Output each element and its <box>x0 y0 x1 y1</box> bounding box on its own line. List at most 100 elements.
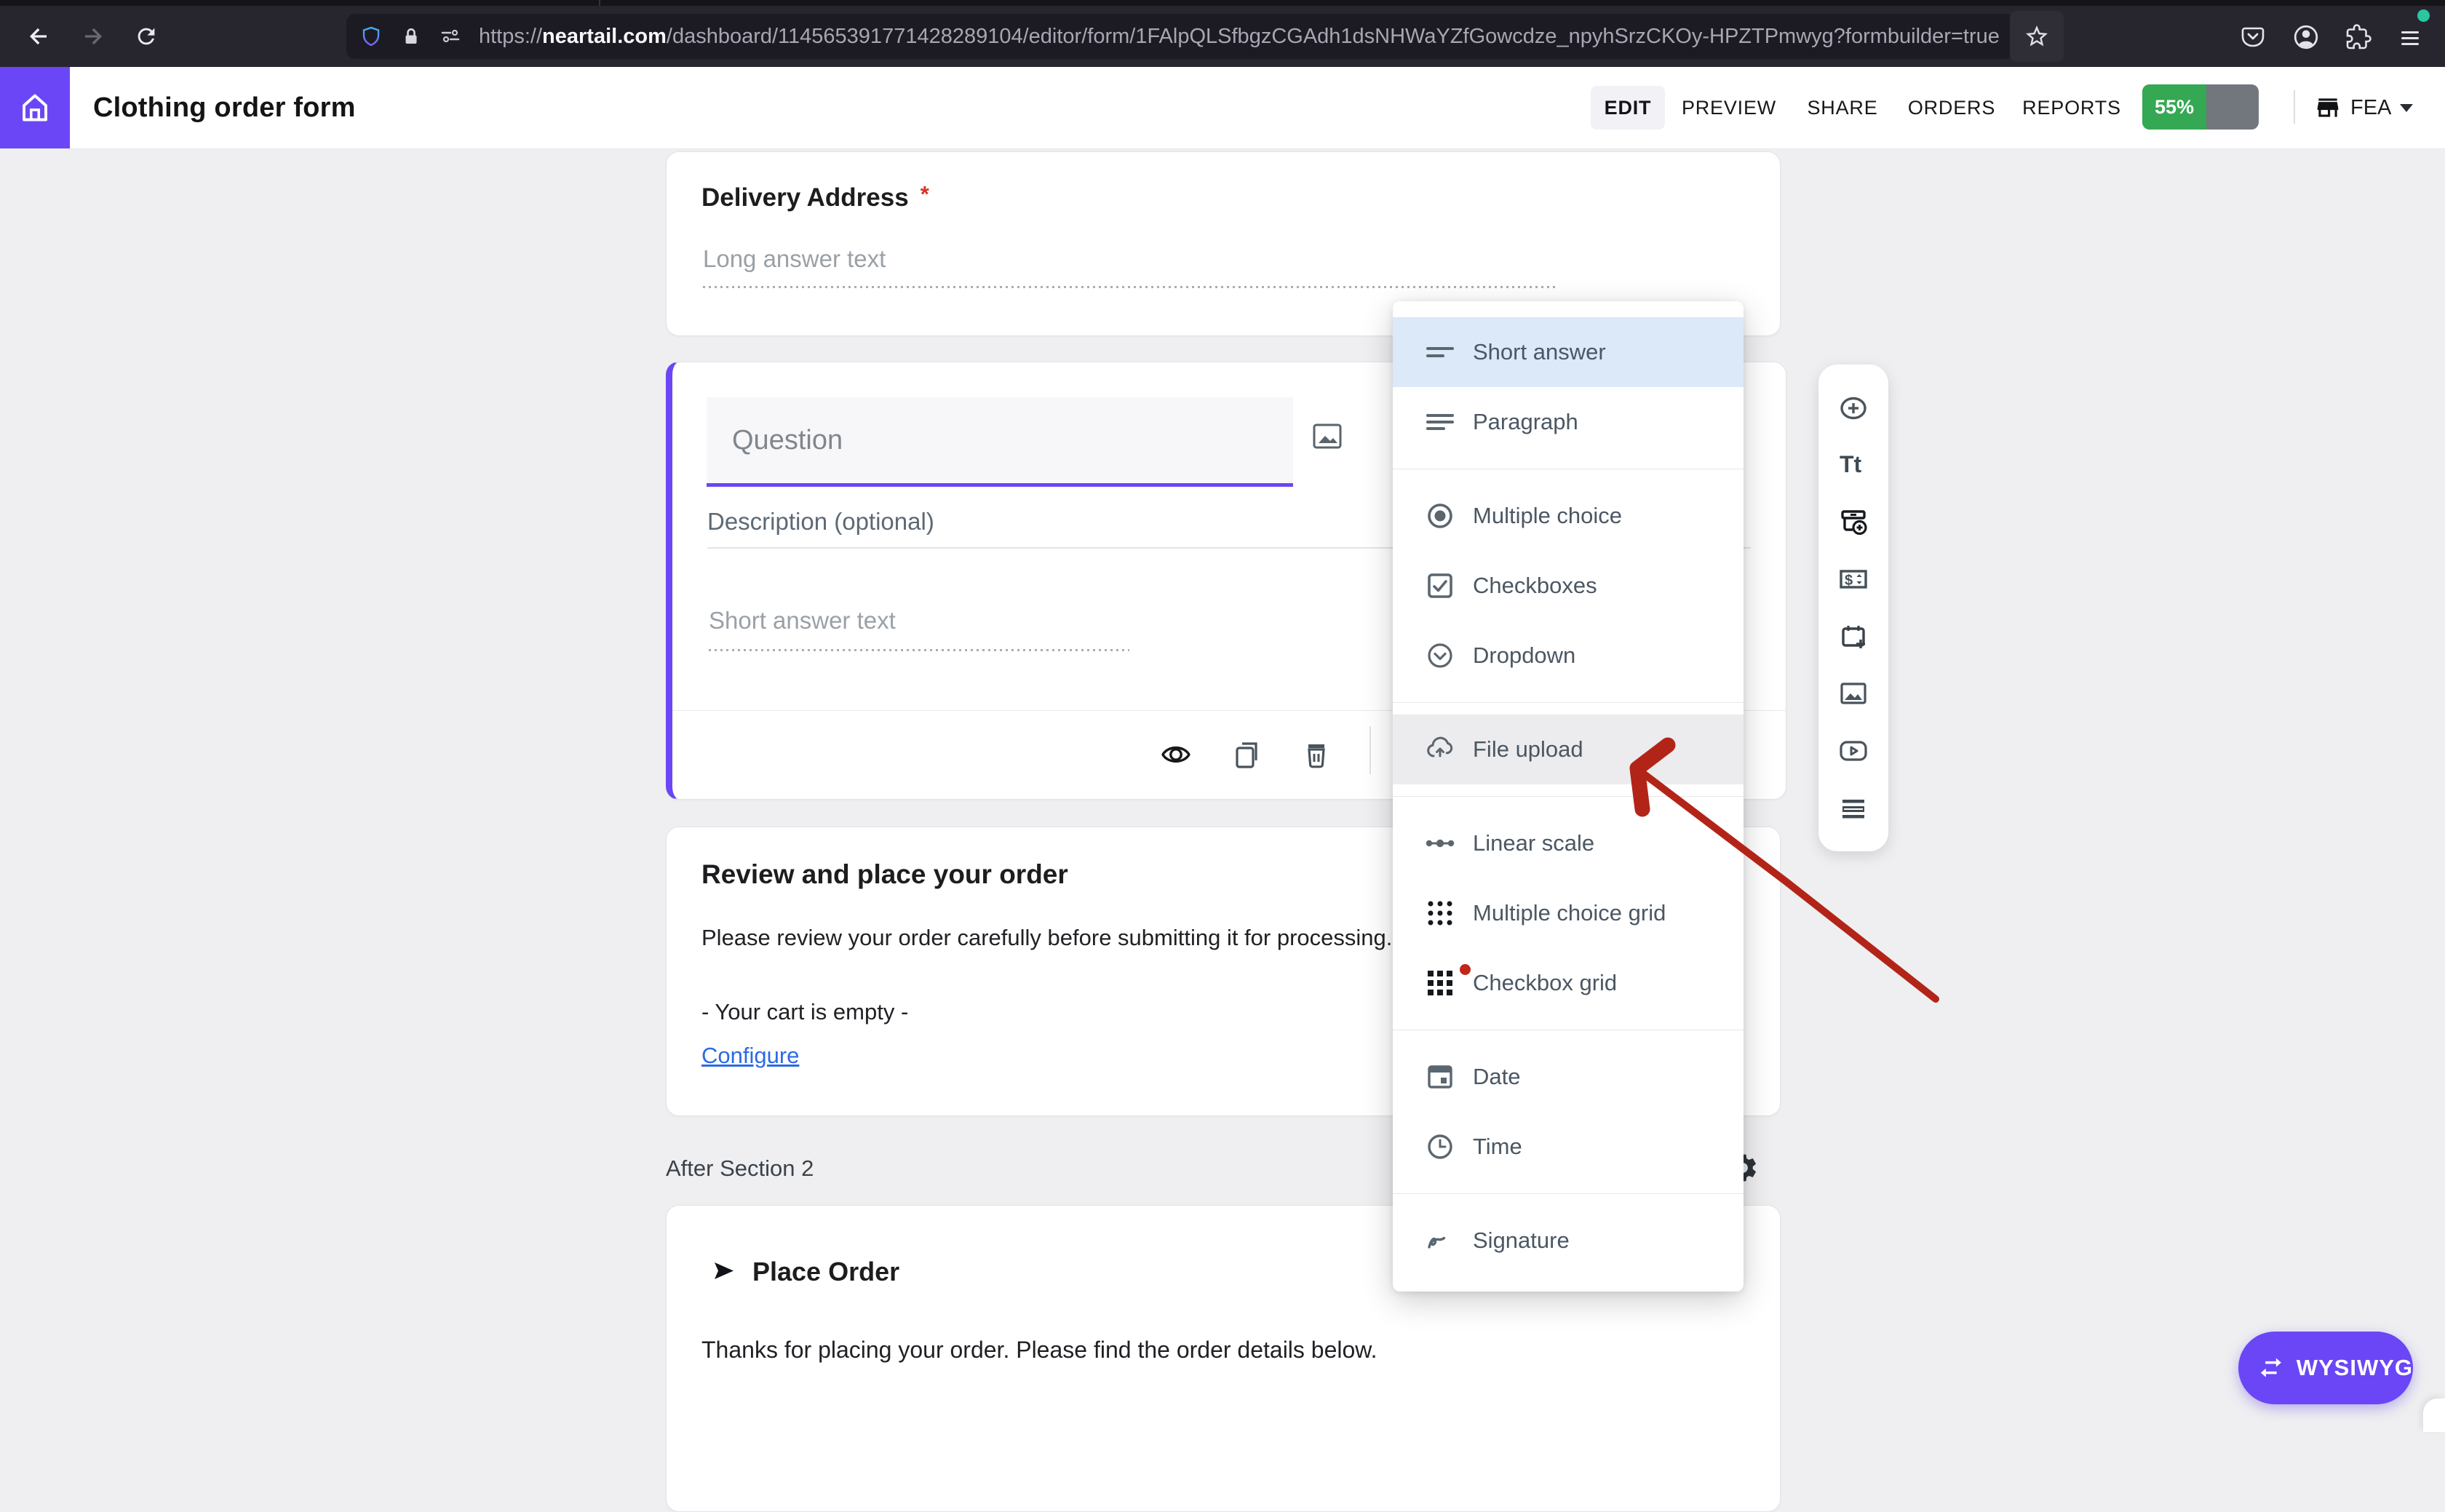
preview-question-button[interactable] <box>1156 734 1196 775</box>
section-title: Place Order <box>752 1257 900 1286</box>
multiple-choice-icon <box>1428 504 1452 528</box>
after-section-label: After Section 2 <box>666 1155 814 1181</box>
account-button[interactable] <box>2291 23 2321 52</box>
dropdown-icon <box>1428 643 1452 668</box>
menu-item-signature[interactable]: Signature <box>1393 1206 1744 1276</box>
menu-divider <box>1393 702 1744 703</box>
page-title: Clothing order form <box>93 92 356 123</box>
short-answer-placeholder: Short answer text <box>709 607 896 634</box>
browser-tab-strip <box>0 0 2445 6</box>
toolbar-divider <box>1369 726 1371 774</box>
section-description: Please review your order carefully befor… <box>701 925 1393 950</box>
back-arrow-icon <box>30 28 47 45</box>
add-image-icon <box>1840 683 1866 704</box>
add-section-icon <box>1842 800 1864 819</box>
pocket-button[interactable] <box>2238 23 2267 52</box>
answer-underline <box>709 649 1129 651</box>
account-menu[interactable]: FEA <box>2314 67 2414 148</box>
menu-item-multiple-choice-grid[interactable]: Multiple choice grid <box>1393 878 1744 948</box>
wysiwyg-toggle-button[interactable]: WYSIWYG <box>2238 1332 2413 1404</box>
tab-separator <box>599 0 600 6</box>
reload-button[interactable] <box>125 15 167 57</box>
section-title: Review and place your order <box>701 859 1068 889</box>
time-icon <box>1428 1134 1452 1159</box>
tab-edit[interactable]: EDIT <box>1591 86 1665 130</box>
menu-item-paragraph[interactable]: Paragraph <box>1393 387 1744 457</box>
menu-item-file-upload[interactable]: File upload <box>1393 715 1744 784</box>
question-type-menu: Short answer Paragraph Multiple choice C… <box>1393 301 1744 1292</box>
menu-divider <box>1393 796 1744 797</box>
question-title-input[interactable]: Question <box>707 397 1293 487</box>
extensions-button[interactable] <box>2344 23 2373 52</box>
delete-question-button[interactable] <box>1296 734 1337 775</box>
add-payment-button[interactable]: $ <box>1835 561 1872 597</box>
add-date-icon <box>1842 625 1865 648</box>
permissions-icon[interactable] <box>440 25 461 47</box>
long-answer-placeholder[interactable]: Long answer text <box>703 245 886 273</box>
tab-preview[interactable]: PREVIEW <box>1682 67 1776 148</box>
image-icon <box>1313 423 1342 449</box>
menu-item-time[interactable]: Time <box>1393 1112 1744 1182</box>
add-image-button[interactable] <box>1307 416 1348 457</box>
paragraph-icon <box>1426 414 1454 430</box>
insert-video-button[interactable] <box>1835 733 1872 769</box>
confirmation-text: Thanks for placing your order. Please fi… <box>701 1337 1377 1363</box>
menu-item-multiple-choice[interactable]: Multiple choice <box>1393 481 1744 551</box>
menu-item-checkboxes[interactable]: Checkboxes <box>1393 551 1744 621</box>
refresh-icon <box>138 28 155 45</box>
description-field[interactable]: Description (optional) <box>707 508 934 536</box>
shield-icon[interactable] <box>361 26 381 47</box>
forward-arrow-icon <box>85 28 102 45</box>
menu-item-checkbox-grid[interactable]: Checkbox grid <box>1393 948 1744 1018</box>
add-product-icon <box>1841 509 1867 535</box>
tab-reports[interactable]: REPORTS <box>2022 67 2121 148</box>
menu-item-date[interactable]: Date <box>1393 1042 1744 1112</box>
notification-dot <box>2417 9 2430 22</box>
duplicate-icon <box>1236 742 1257 768</box>
header-divider <box>2294 90 2295 124</box>
lock-icon[interactable] <box>400 25 422 47</box>
bookmark-button[interactable] <box>2010 11 2064 62</box>
tab-orders[interactable]: ORDERS <box>1908 67 1995 148</box>
add-section-button[interactable] <box>1835 789 1872 826</box>
menu-icon <box>2401 31 2419 45</box>
trash-icon <box>1308 744 1325 768</box>
home-icon <box>23 94 47 122</box>
eye-icon <box>1161 746 1190 763</box>
store-icon <box>2317 98 2339 117</box>
question-title: Delivery Address * <box>701 181 929 212</box>
add-text-button[interactable]: Tt <box>1835 447 1872 483</box>
add-date-button[interactable] <box>1835 618 1872 655</box>
configure-link[interactable]: Configure <box>701 1043 799 1069</box>
insert-toolbar: Tt $ <box>1818 365 1888 851</box>
menu-item-short-answer[interactable]: Short answer <box>1393 317 1744 387</box>
browser-menu-button[interactable] <box>2396 23 2425 52</box>
add-product-button[interactable] <box>1835 504 1872 541</box>
account-icon <box>2294 25 2318 49</box>
home-button[interactable] <box>0 67 70 148</box>
bookmark-star-icon <box>2026 25 2048 47</box>
duplicate-question-button[interactable] <box>1226 734 1267 775</box>
menu-item-dropdown[interactable]: Dropdown <box>1393 621 1744 691</box>
progress-pill[interactable]: 55% <box>2142 84 2259 130</box>
linear-scale-icon <box>1426 839 1455 848</box>
wysiwyg-label: WYSIWYG <box>2296 1355 2413 1380</box>
url-text: https://neartail.com/dashboard/114565391… <box>479 24 2000 48</box>
menu-divider <box>1393 1193 1744 1194</box>
multiple-choice-grid-icon <box>1428 901 1452 926</box>
forward-button[interactable] <box>72 15 114 57</box>
answer-underline <box>703 286 1555 288</box>
menu-item-linear-scale[interactable]: Linear scale <box>1393 808 1744 878</box>
checkboxes-icon <box>1428 573 1452 598</box>
required-mark: * <box>920 181 929 207</box>
add-question-icon <box>1840 397 1866 419</box>
text-style-icon: Tt <box>1840 451 1862 477</box>
add-question-button[interactable] <box>1835 390 1872 426</box>
tab-share[interactable]: SHARE <box>1807 67 1877 148</box>
back-button[interactable] <box>17 15 60 57</box>
short-answer-icon <box>1426 347 1454 357</box>
insert-image-button[interactable] <box>1835 675 1872 712</box>
checkbox-grid-icon <box>1428 971 1452 995</box>
url-bar[interactable]: https://neartail.com/dashboard/114565391… <box>346 14 2014 59</box>
signature-icon <box>1428 1236 1446 1249</box>
